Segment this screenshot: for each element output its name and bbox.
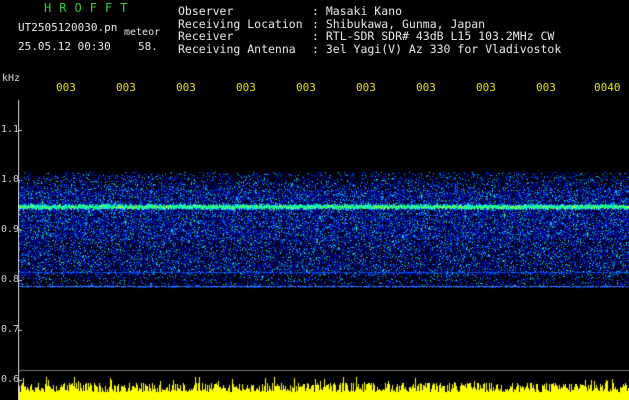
info-labels: Observer Receiving Location Receiver Rec… [178,5,303,55]
y-tick-0-7: 0.7 [1,324,20,335]
info-label-antenna: Receiving Antenna [178,41,296,56]
spectrogram-plot [18,100,629,400]
timestamp: 25.05.12 00:30 [18,40,111,53]
time-label-5: 003 [296,81,316,94]
time-label-1: 003 [56,81,76,94]
y-tick-0-8: 0.8 [1,274,20,285]
time-label-2: 003 [116,81,136,94]
time-label-9: 003 [536,81,556,94]
time-label-3: 003 [176,81,196,94]
spectrogram-canvas [18,100,629,400]
info-value-antenna: : 3el Yagi(V) Az 330 for Vladivostok [312,41,562,56]
filename: UT2505120030.pn [18,21,118,34]
detection-tag: meteor [124,27,161,38]
meteor-count: 58. [138,40,158,53]
info-value-observer: : Masaki Kano [312,4,403,18]
time-label-8: 003 [476,81,496,94]
time-label-7: 003 [416,81,436,94]
time-label-6: 003 [356,81,376,94]
info-value-receiver: : RTL-SDR SDR# 43dB L15 103.2MHz CW [312,29,555,43]
time-label-10: 0040 [594,81,621,94]
app-title: HROFFT [44,1,136,15]
info-label-receiver: Receiver [178,29,234,43]
frequency-unit: kHz [2,73,21,84]
y-tick-0-6: 0.6 [1,374,20,385]
y-tick-1-1: 1.1 [1,124,20,135]
time-label-4: 003 [236,81,256,94]
info-label-observer: Observer [178,4,234,18]
info-values: : Masaki Kano : Shibukawa, Gunma, Japan … [312,5,561,55]
y-tick-1-0: 1.0 [1,174,20,185]
y-tick-0-9: 0.9 [1,224,20,235]
